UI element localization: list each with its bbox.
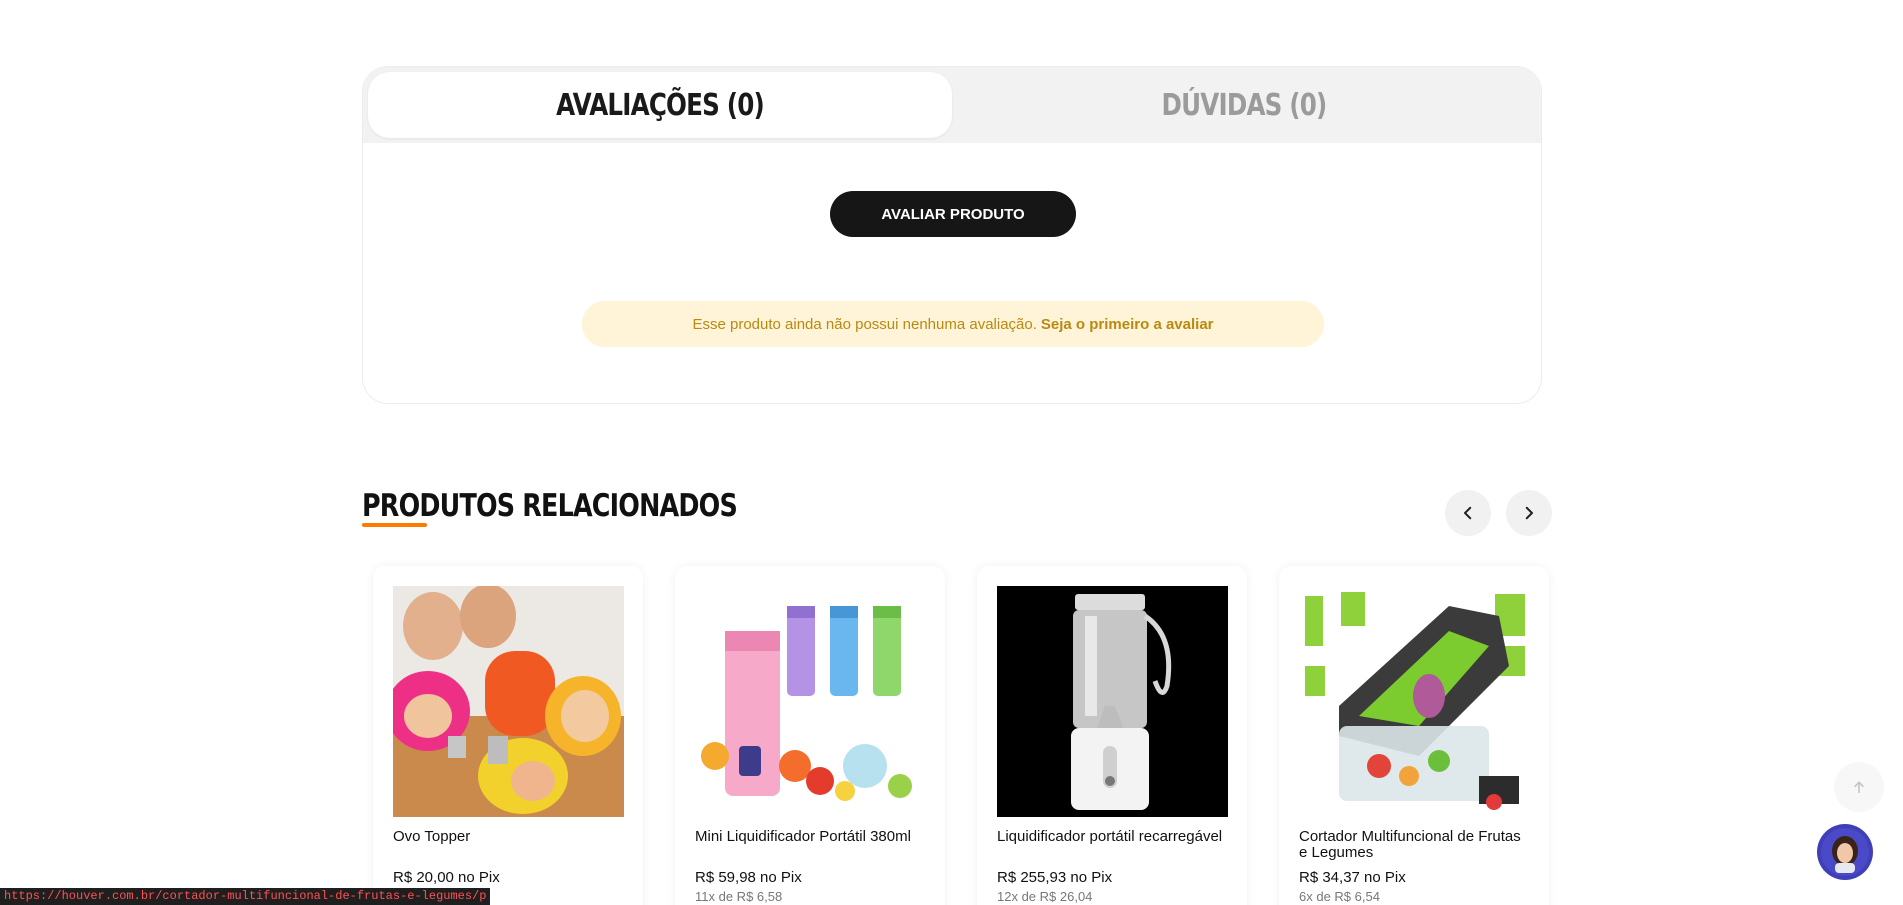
product-installments: 11x de R$ 6,58 (695, 889, 783, 904)
product-price: R$ 59,98 no Pix (695, 869, 802, 886)
scroll-to-top-button[interactable] (1834, 762, 1884, 812)
vegetable-cutter-image[interactable] (1299, 586, 1530, 817)
portable-blender-image[interactable] (695, 586, 926, 817)
product-name[interactable]: Liquidificador portátil recarregável (997, 829, 1227, 867)
product-name[interactable]: Ovo Topper (393, 829, 623, 867)
product-card[interactable]: Cortador Multifuncional de Frutas e Legu… (1279, 566, 1549, 905)
chat-avatar-icon (1821, 828, 1869, 876)
egg-topper-image[interactable] (393, 586, 624, 817)
rechargeable-blender-image[interactable] (997, 586, 1228, 817)
first-review-link[interactable]: Seja o primeiro a avaliar (1041, 316, 1214, 333)
carousel-prev-button[interactable] (1445, 490, 1491, 536)
reviews-panel: AVALIAÇÕES (0) DÚVIDAS (0) AVALIAR PRODU… (362, 66, 1542, 404)
product-price: R$ 34,37 no Pix (1299, 869, 1406, 886)
product-price: R$ 20,00 no Pix (393, 869, 500, 886)
avaliar-produto-button[interactable]: AVALIAR PRODUTO (830, 191, 1076, 237)
chevron-left-icon (1464, 506, 1472, 520)
title-underline (362, 523, 427, 527)
browser-status-url: https://houver.com.br/cortador-multifunc… (0, 888, 491, 905)
tab-duvidas-label: DÚVIDAS (0) (1161, 87, 1328, 123)
notice-text: Esse produto ainda não possui nenhuma av… (692, 315, 1037, 333)
product-installments: 12x de R$ 26,04 (997, 889, 1093, 904)
product-installments: 6x de R$ 6,54 (1299, 889, 1380, 904)
product-name[interactable]: Cortador Multifuncional de Frutas e Legu… (1299, 829, 1529, 867)
chat-assistant-button[interactable] (1817, 824, 1873, 880)
tab-duvidas[interactable]: DÚVIDAS (0) (952, 72, 1536, 138)
product-name[interactable]: Mini Liquidificador Portátil 380ml (695, 829, 925, 867)
product-price: R$ 255,93 no Pix (997, 869, 1113, 886)
product-card[interactable]: Mini Liquidificador Portátil 380ml R$ 59… (675, 566, 945, 905)
product-card[interactable]: Ovo Topper R$ 20,00 no Pix 4x de R$ 5,57 (373, 566, 643, 905)
carousel-next-button[interactable] (1506, 490, 1552, 536)
product-card[interactable]: Liquidificador portátil recarregável R$ … (977, 566, 1247, 905)
arrow-up-icon (1854, 781, 1864, 794)
tab-avaliacoes[interactable]: AVALIAÇÕES (0) (368, 72, 952, 138)
related-products-title: PRODUTOS RELACIONADOS (362, 488, 738, 524)
no-reviews-notice: Esse produto ainda não possui nenhuma av… (582, 301, 1324, 347)
chevron-right-icon (1525, 506, 1533, 520)
reviews-tabs: AVALIAÇÕES (0) DÚVIDAS (0) (363, 67, 1541, 143)
tab-avaliacoes-label: AVALIAÇÕES (0) (556, 87, 765, 123)
